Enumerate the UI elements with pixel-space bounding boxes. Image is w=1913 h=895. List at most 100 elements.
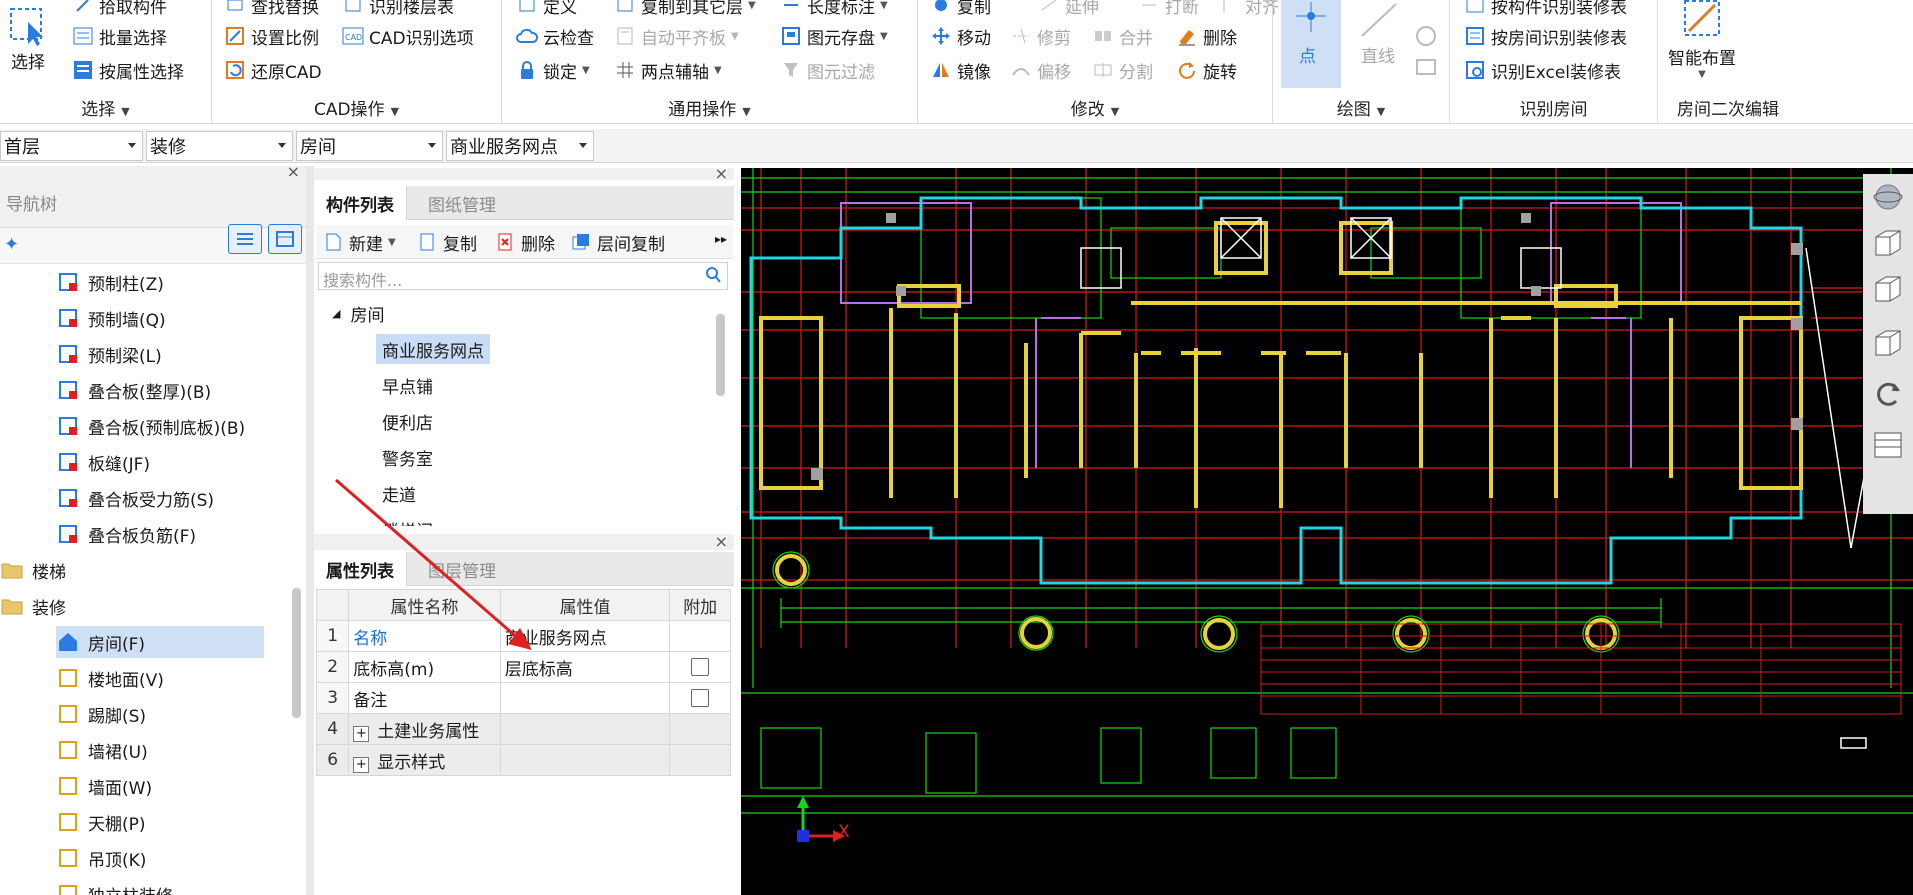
nav-item[interactable]: 叠合板受力筋(S) xyxy=(56,482,264,514)
restore-cad-button[interactable]: 还原CAD xyxy=(224,56,322,84)
pin-icon[interactable]: ✦ xyxy=(4,234,19,255)
property-row[interactable]: 1 名称 商业服务网点 xyxy=(315,620,731,652)
nav-item[interactable]: 叠合板负筋(F) xyxy=(56,518,264,550)
toolbar-overflow-icon[interactable]: ▸▸ xyxy=(715,232,727,246)
identify-floor-table-button[interactable]: 识别楼层表 xyxy=(342,0,454,19)
nav-item[interactable]: 叠合板(整厚)(B) xyxy=(56,374,264,406)
nav-item[interactable]: 墙裙(U) xyxy=(56,734,264,766)
collapse-triangle-icon[interactable]: ◢ xyxy=(332,307,340,320)
select-by-property-button[interactable]: 按属性选择 xyxy=(72,56,184,84)
nav-item[interactable]: 房间(F) xyxy=(56,626,264,658)
cad-options-button[interactable]: CAD CAD识别选项 xyxy=(342,22,474,50)
3d-view-icon[interactable] xyxy=(1869,224,1907,262)
arc-tool-button[interactable] xyxy=(1413,0,1443,88)
layer-display-icon[interactable] xyxy=(1869,426,1907,464)
select-button[interactable]: 选择 xyxy=(6,4,50,73)
pick-component-button[interactable]: 拾取构件 xyxy=(72,0,167,19)
nav-item[interactable]: 预制墙(Q) xyxy=(56,302,264,334)
tab-layer-management[interactable]: 图层管理 xyxy=(416,552,508,586)
component-search-input[interactable]: 搜索构件... xyxy=(318,262,728,290)
element-save-button[interactable]: 图元存盘 ▼ xyxy=(780,22,888,50)
nav-item[interactable]: 踢脚(S) xyxy=(56,698,264,730)
lock-button[interactable]: 锁定 ▼ xyxy=(516,56,590,84)
list-view-icon[interactable] xyxy=(228,224,262,254)
expand-plus-icon[interactable]: + xyxy=(353,756,370,773)
rotate-button[interactable]: 旋转 xyxy=(1176,56,1237,84)
property-value-cell[interactable]: 层底标高 xyxy=(499,651,671,683)
panel-divider[interactable] xyxy=(306,166,314,895)
line-tool-button[interactable]: 直线 xyxy=(1351,0,1407,88)
nav-item[interactable]: 天棚(P) xyxy=(56,806,264,838)
property-row[interactable]: 2 底标高(m) 层底标高 xyxy=(315,651,731,683)
nav-item[interactable]: 楼地面(V) xyxy=(56,662,264,694)
nav-item[interactable]: 叠合板(预制底板)(B) xyxy=(56,410,264,442)
property-row[interactable]: 6 + 显示样式 xyxy=(315,744,731,776)
component-tree-item[interactable]: 走道 xyxy=(376,478,422,508)
identify-by-component-button[interactable]: 按构件识别装修表 xyxy=(1464,0,1627,19)
trim-button[interactable]: 修剪 xyxy=(1010,22,1071,50)
length-dimension-button[interactable]: 长度标注 ▼ xyxy=(780,0,888,19)
offset-button[interactable]: 偏移 xyxy=(1010,56,1071,84)
property-row[interactable]: 3 备注 xyxy=(315,682,731,714)
delete-component-button[interactable]: 删除 xyxy=(494,228,555,256)
close-icon[interactable]: × xyxy=(715,532,728,551)
search-icon[interactable] xyxy=(705,266,721,288)
delete-button[interactable]: 删除 xyxy=(1176,22,1237,50)
nav-item[interactable]: 板缝(JF) xyxy=(56,446,264,478)
tab-property-list[interactable]: 属性列表 xyxy=(314,552,407,586)
property-row[interactable]: 4 + 土建业务属性 xyxy=(315,713,731,745)
floor-select[interactable]: 首层 xyxy=(0,131,143,161)
category-select[interactable]: 装修 xyxy=(146,131,293,161)
nav-item[interactable]: 墙面(W) xyxy=(56,770,264,802)
merge-button[interactable]: 合并 xyxy=(1092,22,1153,50)
identify-excel-button[interactable]: 识别Excel装修表 xyxy=(1464,56,1621,84)
auto-align-slab-button[interactable]: 自动平齐板 ▼ xyxy=(614,22,739,50)
cloud-check-button[interactable]: 云检查 xyxy=(516,22,594,50)
cad-viewport[interactable]: X xyxy=(741,168,1913,895)
component-tree-item[interactable]: 楼梯间 xyxy=(376,514,439,527)
split-button[interactable]: 分割 xyxy=(1092,56,1153,84)
nav-folder[interactable]: 装修 xyxy=(0,590,240,622)
batch-select-button[interactable]: 批量选择 xyxy=(72,22,167,50)
mirror-button[interactable]: 镜像 xyxy=(930,56,991,84)
cube-side-view-icon[interactable] xyxy=(1869,324,1907,362)
new-component-button[interactable]: 新建 ▼ xyxy=(322,228,396,256)
point-tool-button[interactable]: 点 xyxy=(1281,0,1341,88)
find-replace-button[interactable]: 查找替换 xyxy=(224,0,319,19)
two-point-axis-button[interactable]: 两点辅轴 ▼ xyxy=(614,56,722,84)
tree-root-room[interactable]: ◢ 房间 xyxy=(326,298,390,328)
copy-component-button[interactable]: 复制 xyxy=(416,228,477,256)
smart-layout-button[interactable]: 智能布置 ▼ xyxy=(1668,0,1736,80)
smart-layout-dropdown-icon[interactable]: ▼ xyxy=(1698,69,1706,80)
close-icon[interactable]: × xyxy=(715,164,728,183)
break-button[interactable]: 打断 xyxy=(1138,0,1199,19)
copy-to-other-floor-button[interactable]: 复制到其它层 ▼ xyxy=(614,0,756,19)
cube-top-view-icon[interactable] xyxy=(1869,270,1907,308)
set-scale-button[interactable]: 设置比例 xyxy=(224,22,319,50)
nav-tree-scrollbar[interactable] xyxy=(292,588,301,718)
nav-item[interactable]: 吊顶(K) xyxy=(56,842,264,874)
component-tree-item[interactable]: 早点铺 xyxy=(376,370,439,400)
orbit-view-icon[interactable] xyxy=(1869,178,1907,216)
copy-between-floors-button[interactable]: 层间复制 xyxy=(570,228,665,256)
attach-checkbox[interactable] xyxy=(691,689,710,707)
element-filter-button[interactable]: 图元过滤 xyxy=(780,56,875,84)
tab-drawing-management[interactable]: 图纸管理 xyxy=(416,186,508,220)
nav-folder[interactable]: 楼梯 xyxy=(0,554,240,586)
nav-item[interactable]: 独立柱装修 xyxy=(56,878,264,895)
copy-button[interactable]: 复制 xyxy=(930,0,991,19)
property-value-cell[interactable] xyxy=(499,682,671,714)
component-tree-scrollbar[interactable] xyxy=(716,314,725,396)
nav-item[interactable]: 预制梁(L) xyxy=(56,338,264,370)
identify-by-room-button[interactable]: 按房间识别装修表 xyxy=(1464,22,1627,50)
component-tree-item[interactable]: 便利店 xyxy=(376,406,439,436)
property-value-cell[interactable] xyxy=(499,744,671,776)
property-value-cell[interactable] xyxy=(499,713,671,745)
expand-plus-icon[interactable]: + xyxy=(353,725,370,742)
component-type-select[interactable]: 房间 xyxy=(296,131,443,161)
card-view-icon[interactable] xyxy=(268,224,302,254)
attach-checkbox[interactable] xyxy=(691,658,710,676)
component-tree-item[interactable]: 警务室 xyxy=(376,442,439,472)
rotate-view-icon[interactable] xyxy=(1869,374,1907,412)
tab-component-list[interactable]: 构件列表 xyxy=(314,186,407,220)
